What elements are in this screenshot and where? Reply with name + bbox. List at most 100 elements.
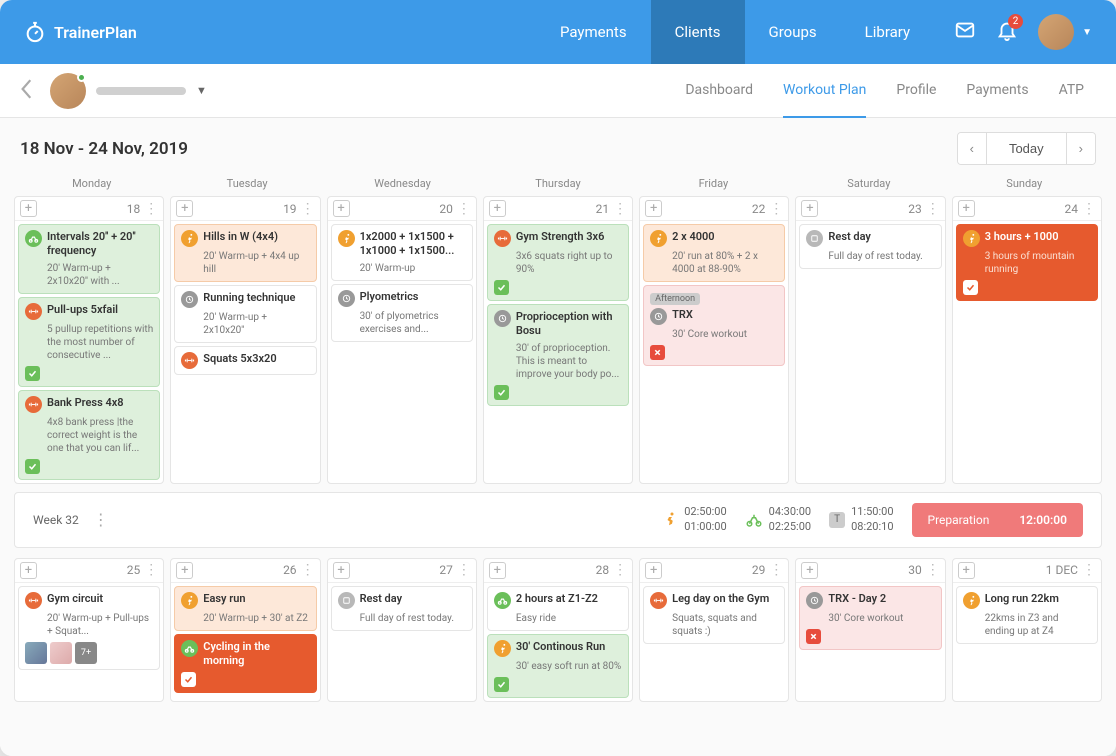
add-workout-button[interactable]: + (958, 200, 975, 217)
weekday-label: Thursday (480, 177, 635, 190)
topnav-library[interactable]: Library (841, 0, 934, 64)
topnav-groups[interactable]: Groups (745, 0, 841, 64)
add-workout-button[interactable]: + (801, 200, 818, 217)
add-workout-button[interactable]: + (489, 200, 506, 217)
user-menu[interactable]: ▼ (1038, 14, 1092, 50)
workout-card[interactable]: Intervals 20'' + 20'' frequency20' Warm-… (18, 224, 160, 294)
tab-dashboard[interactable]: Dashboard (685, 64, 753, 118)
topnav-clients[interactable]: Clients (651, 0, 745, 64)
notifications-button[interactable]: 2 (996, 19, 1018, 45)
workout-card[interactable]: Leg day on the GymSquats, squats and squ… (643, 586, 785, 644)
stat-total: T 11:50:0008:20:10 (829, 505, 893, 534)
inbox-button[interactable] (954, 19, 976, 45)
workout-card[interactable]: Plyometrics30' of plyometrics exercises … (331, 284, 473, 342)
logo[interactable]: TrainerPlan (24, 21, 137, 43)
card-title: Easy run (203, 592, 245, 606)
add-workout-button[interactable]: + (333, 200, 350, 217)
day-header: +22⋮ (640, 197, 788, 221)
tab-profile[interactable]: Profile (896, 64, 936, 118)
day-menu[interactable]: ⋮ (926, 562, 940, 578)
day-menu[interactable]: ⋮ (769, 562, 783, 578)
workout-card[interactable]: Gym circuit20' Warm-up + Pull-ups + Squa… (18, 586, 160, 670)
day-cell: +22⋮ 2 x 400020' run at 80% + 2 x 4000 at… (639, 196, 789, 484)
more-thumbs[interactable]: 7+ (75, 642, 97, 664)
workout-card[interactable]: Hills in W (4x4)20' Warm-up + 4x4 up hil… (174, 224, 316, 282)
day-menu[interactable]: ⋮ (144, 201, 158, 217)
add-workout-button[interactable]: + (645, 562, 662, 579)
workout-card[interactable]: TRX - Day 230' Core workout (799, 586, 941, 650)
client-avatar[interactable] (50, 73, 86, 109)
tab-atp[interactable]: ATP (1059, 64, 1084, 118)
workout-card[interactable]: Cycling in the morning (174, 634, 316, 694)
add-workout-button[interactable]: + (958, 562, 975, 579)
day-menu[interactable]: ⋮ (144, 562, 158, 578)
bike-icon (181, 640, 198, 657)
add-workout-button[interactable]: + (176, 562, 193, 579)
client-dropdown[interactable]: ▼ (196, 84, 207, 97)
workout-card[interactable]: Long run 22km22kms in Z3 and ending up a… (956, 586, 1098, 644)
workout-card[interactable]: 30' Continous Run30' easy soft run at 80… (487, 634, 629, 698)
workout-card[interactable]: Rest dayFull day of rest today. (799, 224, 941, 269)
workout-card[interactable]: Rest dayFull day of rest today. (331, 586, 473, 631)
workout-card[interactable]: 1x2000 + 1x1500 + 1x1000 + 1x1500...20' … (331, 224, 473, 281)
prev-week-button[interactable]: ‹ (958, 133, 986, 164)
prep-time: 12:00:00 (1019, 513, 1067, 527)
workout-card[interactable]: Bank Press 4x84x8 bank press |the correc… (18, 390, 160, 480)
notification-badge: 2 (1008, 14, 1023, 29)
day-menu[interactable]: ⋮ (457, 201, 471, 217)
exercise-thumb[interactable] (50, 642, 72, 664)
back-button[interactable] (12, 70, 42, 112)
status-check-icon (650, 345, 665, 360)
gray-icon (338, 290, 355, 307)
weekday-label: Tuesday (169, 177, 324, 190)
workout-card[interactable]: Proprioception with Bosu30' of proprioce… (487, 304, 629, 406)
workout-card[interactable]: 2 hours at Z1-Z2Easy ride (487, 586, 629, 631)
workout-card[interactable]: Pull-ups 5xfail5 pullup repetitions with… (18, 297, 160, 387)
day-menu[interactable]: ⋮ (769, 201, 783, 217)
add-workout-button[interactable]: + (801, 562, 818, 579)
run-icon (338, 230, 355, 247)
run-icon (494, 640, 511, 657)
add-workout-button[interactable]: + (176, 200, 193, 217)
tab-workout-plan[interactable]: Workout Plan (783, 64, 866, 118)
week-menu[interactable]: ⋮ (93, 510, 109, 529)
workout-card[interactable]: 3 hours + 10003 hours of mountain runnin… (956, 224, 1098, 301)
tab-payments[interactable]: Payments (966, 64, 1028, 118)
day-menu[interactable]: ⋮ (613, 201, 627, 217)
day-menu[interactable]: ⋮ (613, 562, 627, 578)
topnav: Payments Clients Groups Library (536, 0, 934, 64)
card-title: TRX (672, 308, 693, 322)
card-description: 30' Core workout (672, 328, 778, 341)
day-number: 24 (1065, 202, 1079, 216)
day-menu[interactable]: ⋮ (1082, 562, 1096, 578)
next-week-button[interactable]: › (1067, 133, 1095, 164)
workout-card[interactable]: AfternoonTRX30' Core workout (643, 285, 785, 366)
day-menu[interactable]: ⋮ (457, 562, 471, 578)
bike-icon (745, 511, 763, 529)
workout-card[interactable]: 2 x 400020' run at 80% + 2 x 4000 at 88-… (643, 224, 785, 282)
workout-card[interactable]: Squats 5x3x20 (174, 346, 316, 375)
add-workout-button[interactable]: + (333, 562, 350, 579)
add-workout-button[interactable]: + (20, 562, 37, 579)
day-number: 26 (283, 563, 297, 577)
today-button[interactable]: Today (986, 133, 1067, 164)
day-cell: +25⋮Gym circuit20' Warm-up + Pull-ups + … (14, 558, 164, 702)
gray-icon (181, 291, 198, 308)
day-menu[interactable]: ⋮ (301, 201, 315, 217)
add-workout-button[interactable]: + (20, 200, 37, 217)
workout-card[interactable]: Easy run20' Warm-up + 30' at Z2 (174, 586, 316, 631)
add-workout-button[interactable]: + (645, 200, 662, 217)
workout-card[interactable]: Gym Strength 3x63x6 squats right up to 9… (487, 224, 629, 301)
exercise-thumb[interactable] (25, 642, 47, 664)
workout-card[interactable]: Running technique20' Warm-up + 2x10x20'' (174, 285, 316, 343)
preparation-pill[interactable]: Preparation 12:00:00 (912, 503, 1084, 537)
card-description: 20' run at 80% + 2 x 4000 at 88-90% (672, 250, 778, 276)
card-description: Easy ride (516, 612, 622, 625)
day-menu[interactable]: ⋮ (1082, 201, 1096, 217)
run-icon (963, 592, 980, 609)
gray-icon (806, 592, 823, 609)
day-menu[interactable]: ⋮ (301, 562, 315, 578)
day-menu[interactable]: ⋮ (926, 201, 940, 217)
add-workout-button[interactable]: + (489, 562, 506, 579)
topnav-payments[interactable]: Payments (536, 0, 651, 64)
